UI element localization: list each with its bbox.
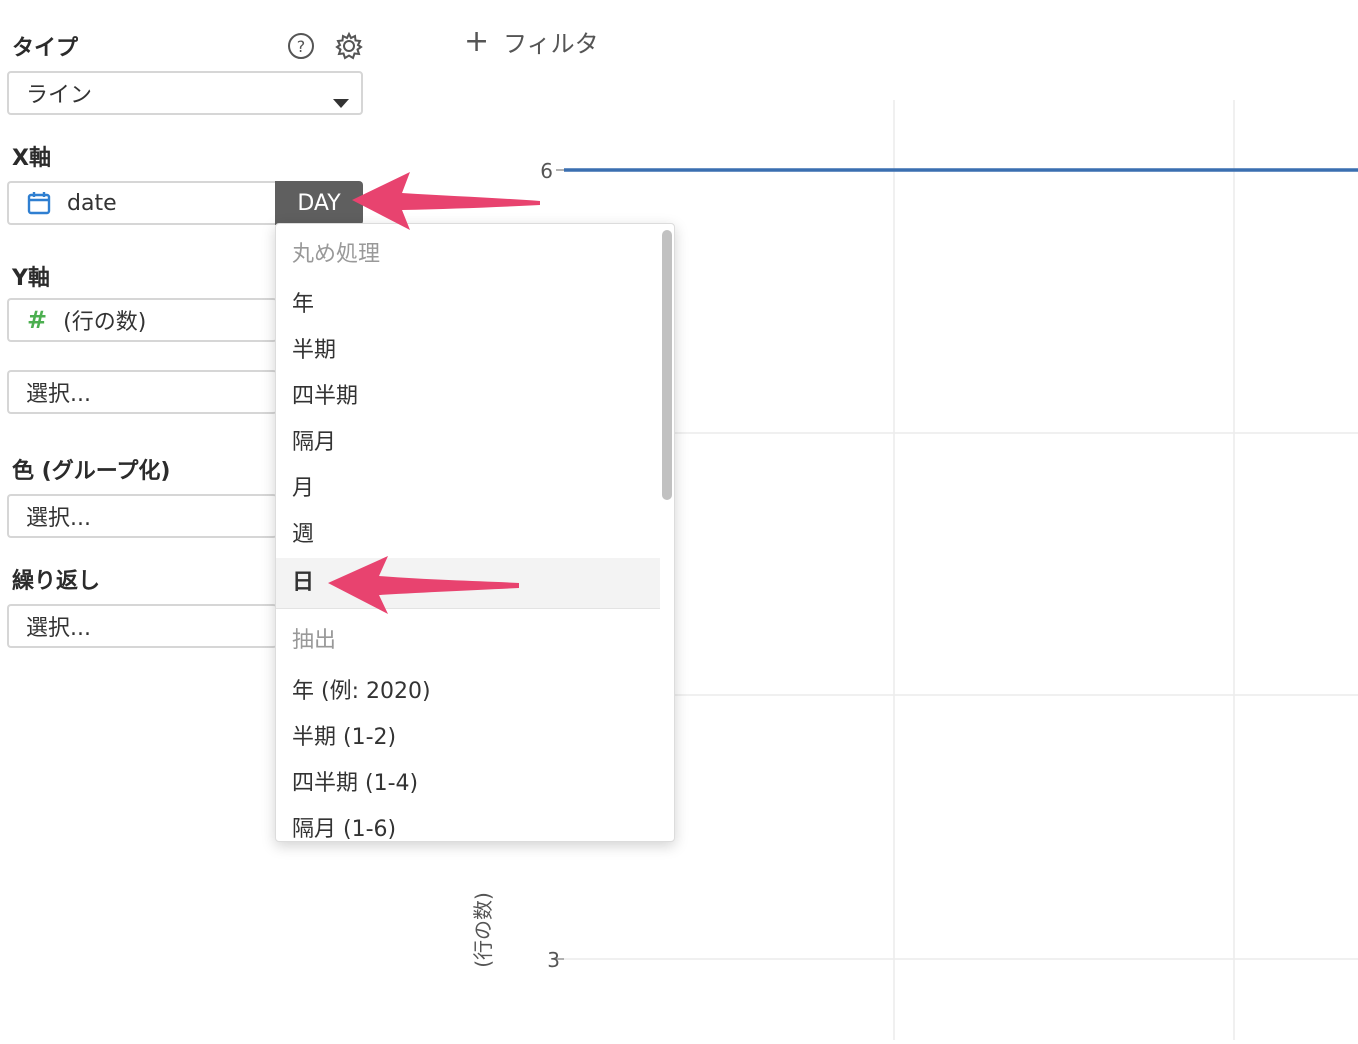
hash-icon: # <box>27 306 48 334</box>
y-axis-add-placeholder: 選択... <box>26 382 91 407</box>
color-group-placeholder: 選択... <box>26 506 91 531</box>
rounding-section-header: 丸め処理 <box>292 242 381 267</box>
dropdown-option-extract-year[interactable]: 年 (例: 2020) <box>276 669 660 715</box>
color-group-label: 色 (グループ化) <box>12 459 171 484</box>
type-label: タイプ <box>12 36 79 61</box>
date-rounding-button[interactable]: DAY <box>275 181 363 225</box>
repeat-placeholder: 選択... <box>26 616 91 641</box>
repeat-select[interactable]: 選択... <box>7 604 277 648</box>
filter-label: フィルタ <box>503 30 599 58</box>
extract-section-header: 抽出 <box>292 628 337 653</box>
dropdown-option-extract-bimonth[interactable]: 隔月 (1-6) <box>276 807 660 841</box>
dropdown-option-half-year[interactable]: 半期 <box>276 328 660 374</box>
repeat-label: 繰り返し <box>12 569 101 594</box>
dropdown-option-week[interactable]: 週 <box>276 512 660 558</box>
dropdown-option-quarter[interactable]: 四半期 <box>276 374 660 420</box>
dropdown-option-day-selected[interactable]: 日 <box>276 558 660 608</box>
color-group-select[interactable]: 選択... <box>7 494 277 538</box>
dropdown-scrollbar[interactable] <box>662 230 672 500</box>
chevron-down-icon <box>333 90 349 115</box>
dropdown-option-extract-quarter[interactable]: 四半期 (1-4) <box>276 761 660 807</box>
y-axis-title: (行の数) <box>471 892 495 968</box>
dropdown-option-month[interactable]: 月 <box>276 466 660 512</box>
x-axis-field-name: date <box>67 190 117 216</box>
y-tick-label: 3 <box>547 948 560 972</box>
help-icon[interactable]: ? <box>287 32 315 60</box>
add-filter-button[interactable]: + フィルタ <box>464 24 599 59</box>
calendar-icon <box>27 191 51 215</box>
y-axis-field-name: (行の数) <box>63 310 147 335</box>
settings-gear-icon[interactable] <box>334 31 364 61</box>
chart-type-select[interactable]: ライン <box>7 71 363 115</box>
dropdown-option-bimonth[interactable]: 隔月 <box>276 420 660 466</box>
y-axis-label: Y軸 <box>12 266 50 291</box>
y-axis-field[interactable]: # (行の数) <box>7 298 277 342</box>
x-axis-field[interactable]: date <box>7 181 277 225</box>
plus-icon: + <box>464 23 490 59</box>
dropdown-option-year[interactable]: 年 <box>276 282 660 328</box>
y-axis-add-select[interactable]: 選択... <box>7 370 277 414</box>
svg-text:?: ? <box>297 37 306 56</box>
y-tick-label: 6 <box>540 159 553 183</box>
x-axis-label: X軸 <box>12 146 51 171</box>
date-rounding-dropdown[interactable]: 丸め処理 年 半期 四半期 隔月 月 週 日 抽出 年 (例: 2020) 半期… <box>275 223 675 842</box>
dropdown-option-extract-half[interactable]: 半期 (1-2) <box>276 715 660 761</box>
chart-type-value: ライン <box>26 83 93 108</box>
